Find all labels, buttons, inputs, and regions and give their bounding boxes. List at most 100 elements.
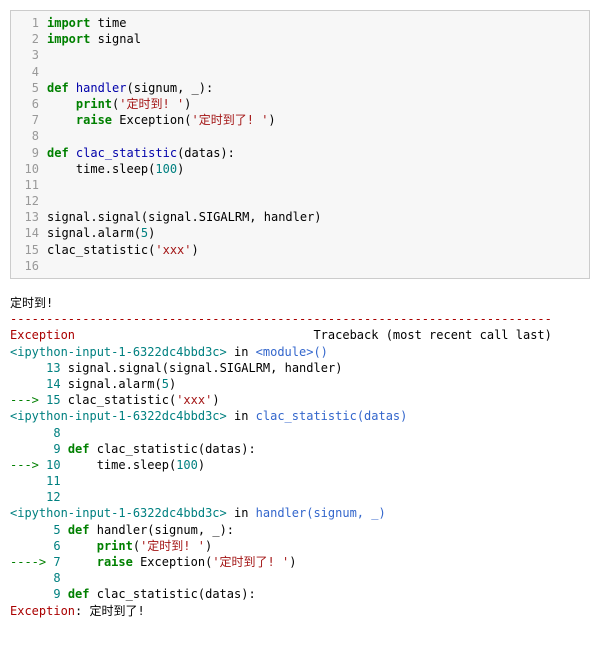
frame-line: 6 print('定时到! '): [10, 538, 590, 554]
frame-arrow: --->: [10, 393, 46, 407]
code-line: 6 print('定时到! '): [11, 96, 589, 112]
frame-line: 5 def handler(signum, _):: [10, 522, 590, 538]
code-line: 8: [11, 128, 589, 144]
line-number: 12: [11, 193, 47, 209]
final-exception-name: Exception: [10, 604, 75, 618]
frame-lineno: 5: [53, 523, 60, 537]
frame-file: <ipython-input-1-6322dc4bbd3c>: [10, 506, 227, 520]
frame-arrow: [10, 442, 53, 456]
frame-line: 12: [10, 489, 590, 505]
code-source: [47, 258, 589, 274]
traceback-separator: ----------------------------------------…: [10, 312, 552, 326]
code-source: [47, 177, 589, 193]
code-source: import time: [47, 15, 589, 31]
frame-line: 8: [10, 570, 590, 586]
frame-lineno: 15: [46, 393, 60, 407]
code-line: 5def handler(signum, _):: [11, 80, 589, 96]
exception-name: Exception: [10, 328, 75, 342]
code-cell: 1import time2import signal345def handler…: [10, 10, 590, 279]
code-source: signal.signal(signal.SIGALRM, handler): [47, 209, 589, 225]
code-line: 16: [11, 258, 589, 274]
code-source: import signal: [47, 31, 589, 47]
code-source: print('定时到! '): [47, 96, 589, 112]
output-cell: 定时到! ------------------------------------…: [0, 289, 600, 633]
line-number: 7: [11, 112, 47, 128]
line-number: 6: [11, 96, 47, 112]
code-line: 11: [11, 177, 589, 193]
frame-args: (): [313, 345, 327, 359]
code-source: time.sleep(100): [47, 161, 589, 177]
frame-func: clac_statistic: [256, 409, 357, 423]
frame-line: ----> 7 raise Exception('定时到了! '): [10, 554, 590, 570]
frame-func: <module>: [256, 345, 314, 359]
frame-lineno: 11: [46, 474, 60, 488]
frame-header: <ipython-input-1-6322dc4bbd3c> in handle…: [10, 505, 590, 521]
frame-args: (signum, _): [306, 506, 385, 520]
code-line: 2import signal: [11, 31, 589, 47]
frame-file: <ipython-input-1-6322dc4bbd3c>: [10, 345, 227, 359]
frame-lineno: 8: [53, 571, 60, 585]
stdout-line: 定时到!: [10, 295, 590, 311]
stdout-text: 定时到!: [10, 296, 53, 310]
frame-line: 9 def clac_statistic(datas):: [10, 441, 590, 457]
code-source: clac_statistic('xxx'): [47, 242, 589, 258]
frame-lineno: 13: [46, 361, 60, 375]
frame-header: <ipython-input-1-6322dc4bbd3c> in <modul…: [10, 344, 590, 360]
frame-arrow: [10, 523, 53, 537]
code-line: 14signal.alarm(5): [11, 225, 589, 241]
line-number: 13: [11, 209, 47, 225]
frame-lineno: 14: [46, 377, 60, 391]
line-number: 8: [11, 128, 47, 144]
code-line: 4: [11, 64, 589, 80]
frame-lineno: 12: [46, 490, 60, 504]
frame-args: (datas): [357, 409, 408, 423]
frame-line: 11: [10, 473, 590, 489]
frame-line: 13 signal.signal(signal.SIGALRM, handler…: [10, 360, 590, 376]
line-number: 10: [11, 161, 47, 177]
frame-arrow: [10, 587, 53, 601]
frame-line: ---> 10 time.sleep(100): [10, 457, 590, 473]
code-line: 12: [11, 193, 589, 209]
frame-line: 8: [10, 425, 590, 441]
line-number: 11: [11, 177, 47, 193]
line-number: 5: [11, 80, 47, 96]
line-number: 3: [11, 47, 47, 63]
final-exception: Exception: 定时到了!: [10, 603, 590, 619]
frame-file: <ipython-input-1-6322dc4bbd3c>: [10, 409, 227, 423]
traceback-separator-line: ----------------------------------------…: [10, 311, 590, 327]
exception-header: Exception Traceback (most recent call la…: [10, 327, 590, 343]
code-source: [47, 128, 589, 144]
frame-arrow: --->: [10, 458, 46, 472]
line-number: 14: [11, 225, 47, 241]
frame-arrow: [10, 377, 46, 391]
code-line: 1import time: [11, 15, 589, 31]
code-line: 13signal.signal(signal.SIGALRM, handler): [11, 209, 589, 225]
frame-arrow: [10, 474, 46, 488]
frame-lineno: 6: [53, 539, 60, 553]
frame-lineno: 10: [46, 458, 60, 472]
frame-arrow: [10, 490, 46, 504]
traceback-label: Traceback (most recent call last): [313, 328, 551, 342]
frame-line: 14 signal.alarm(5): [10, 376, 590, 392]
frame-lineno: 9: [53, 587, 60, 601]
line-number: 16: [11, 258, 47, 274]
frame-lineno: 7: [53, 555, 60, 569]
frame-func: handler: [256, 506, 307, 520]
code-source: signal.alarm(5): [47, 225, 589, 241]
code-source: def clac_statistic(datas):: [47, 145, 589, 161]
frame-header: <ipython-input-1-6322dc4bbd3c> in clac_s…: [10, 408, 590, 424]
code-source: [47, 193, 589, 209]
line-number: 9: [11, 145, 47, 161]
frame-lineno: 9: [53, 442, 60, 456]
frame-arrow: [10, 571, 53, 585]
frame-arrow: ---->: [10, 555, 53, 569]
line-number: 4: [11, 64, 47, 80]
code-line: 15clac_statistic('xxx'): [11, 242, 589, 258]
code-source: [47, 47, 589, 63]
line-number: 1: [11, 15, 47, 31]
code-source: def handler(signum, _):: [47, 80, 589, 96]
code-line: 10 time.sleep(100): [11, 161, 589, 177]
code-line: 3: [11, 47, 589, 63]
code-source: [47, 64, 589, 80]
code-source: raise Exception('定时到了! '): [47, 112, 589, 128]
